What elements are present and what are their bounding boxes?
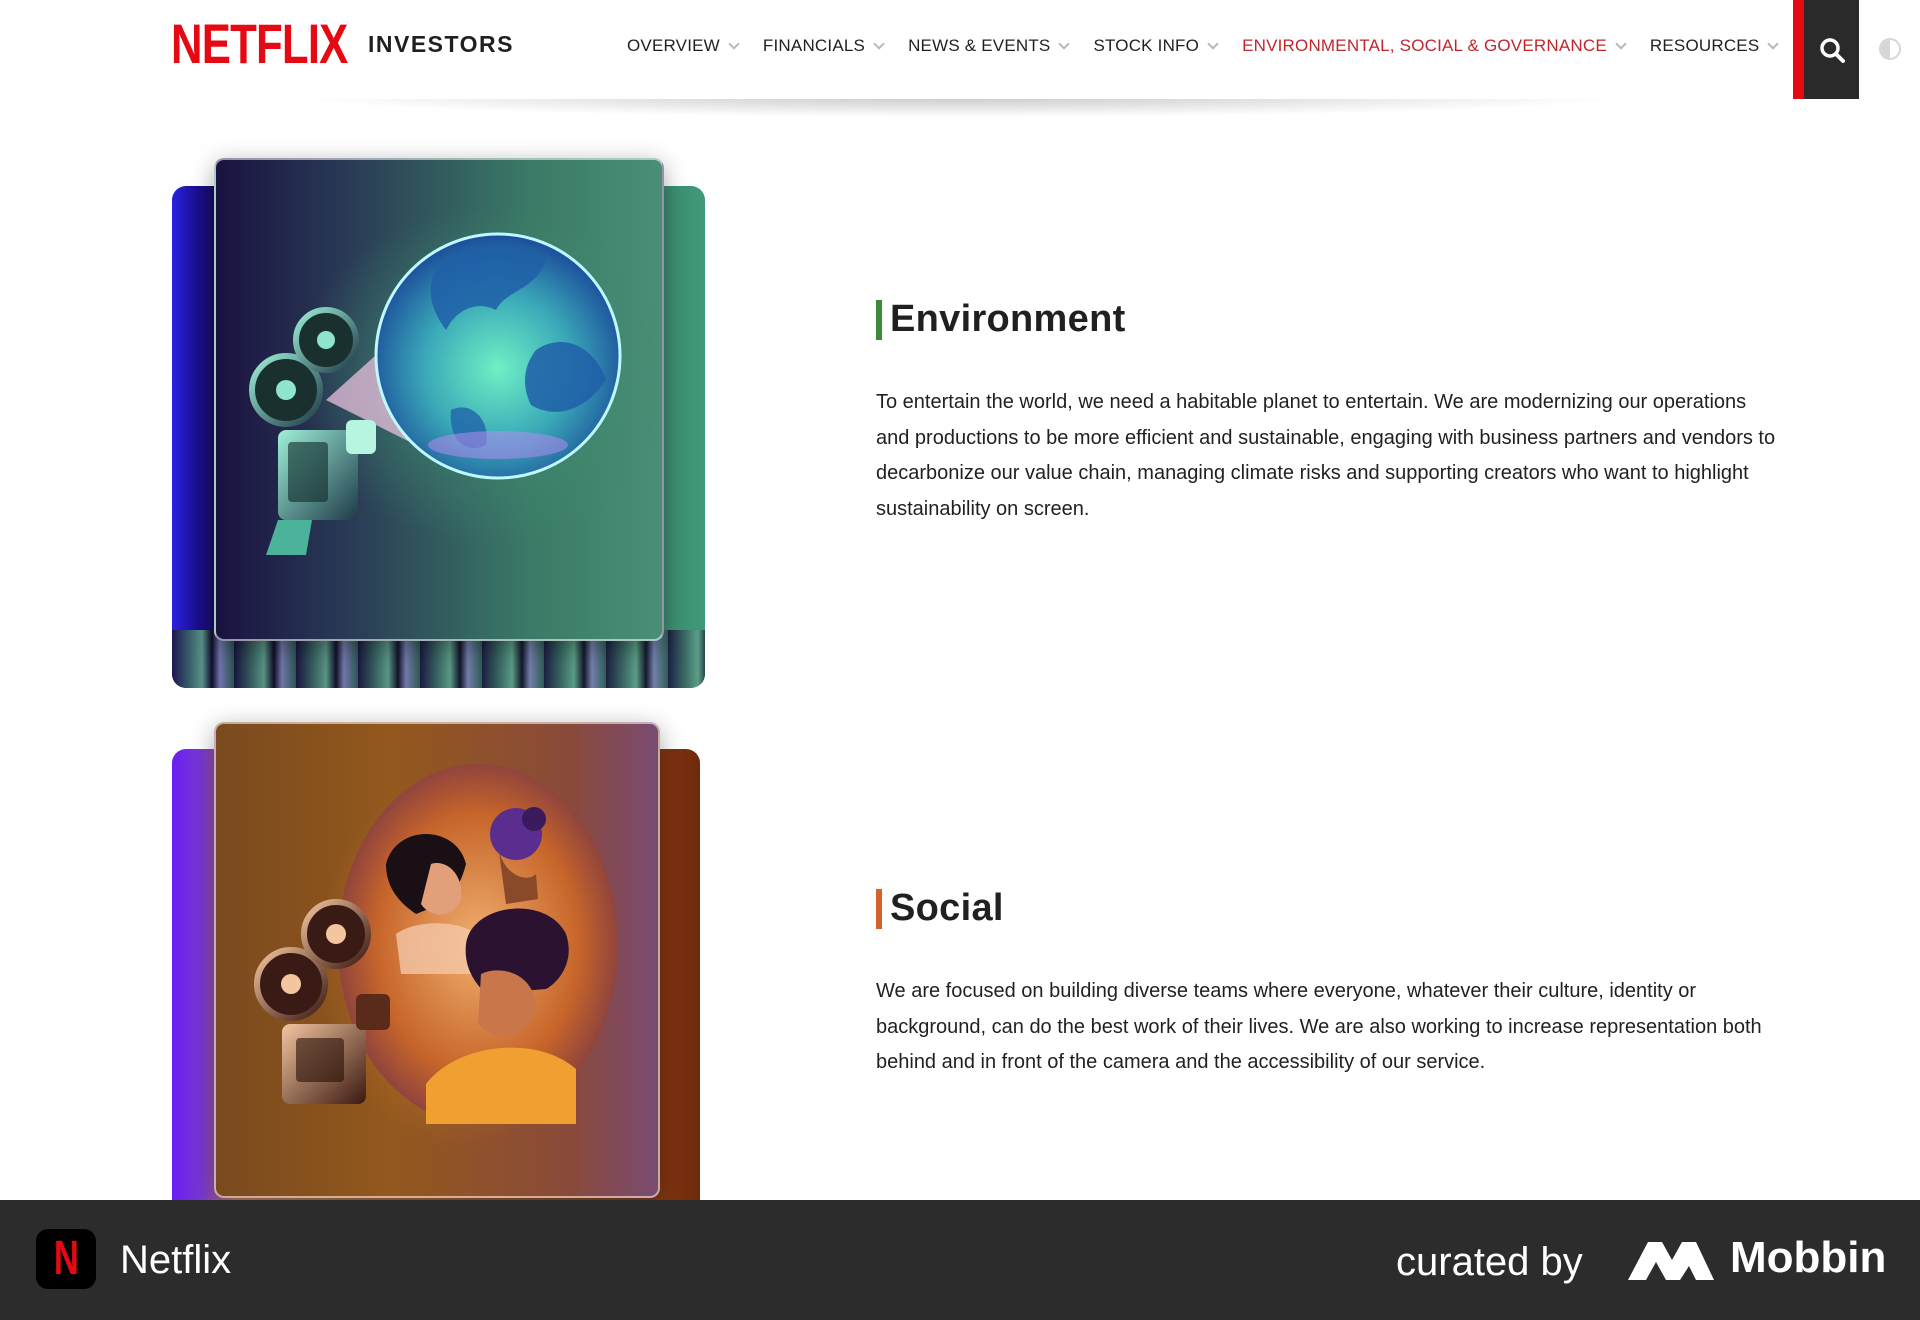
film-projector-people-illustration: [214, 722, 660, 1198]
chevron-down-icon: [1615, 37, 1627, 50]
chevron-down-icon: [1207, 37, 1219, 50]
nav-item-news-events[interactable]: NEWS & EVENTS: [908, 36, 1071, 56]
heading-accent-bar: [876, 299, 882, 340]
curated-by-label: curated by: [1396, 1240, 1583, 1284]
social-heading-text: Social: [890, 887, 1004, 929]
logo-wordmark: NETFLIX: [171, 12, 348, 75]
social-heading: Social: [876, 887, 1004, 930]
netflix-app-icon: N: [36, 1229, 96, 1289]
app-name: Netflix: [120, 1238, 232, 1282]
nav-item-esg[interactable]: ENVIRONMENTAL, SOCIAL & GOVERNANCE: [1242, 36, 1627, 56]
search-icon: [1819, 37, 1845, 63]
chevron-down-icon: [1058, 37, 1071, 50]
nav-item-resources[interactable]: RESOURCES: [1649, 36, 1780, 56]
contrast-toggle-icon[interactable]: [1879, 38, 1901, 60]
chevron-down-icon: [1767, 37, 1780, 50]
nav-item-label: STOCK INFO: [1093, 36, 1200, 55]
site-header: NETFLIX INVESTORS OVERVIEW FINANCIALS NE…: [0, 0, 1920, 99]
environment-heading-text: Environment: [890, 298, 1126, 340]
nav-item-label: ENVIRONMENTAL, SOCIAL & GOVERNANCE: [1242, 36, 1607, 55]
nav-item-label: OVERVIEW: [627, 36, 720, 55]
nav-item-label: RESOURCES: [1649, 36, 1760, 55]
nav-item-stock-info[interactable]: STOCK INFO: [1093, 36, 1219, 56]
nav-item-label: FINANCIALS: [762, 36, 866, 55]
chevron-down-icon: [873, 37, 885, 50]
social-description: We are focused on building diverse teams…: [876, 980, 1762, 1073]
heading-accent-bar: [876, 888, 882, 929]
mobbin-wordmark: Mobbin: [1730, 1233, 1887, 1282]
app-icon-letter: N: [53, 1232, 79, 1285]
attribution-bar: N Netflix curated by Mobbin: [0, 1200, 1920, 1320]
environment-description: To entertain the world, we need a habita…: [876, 391, 1776, 520]
logo-investors-label: INVESTORS: [368, 31, 514, 57]
mobbin-logo-icon: [1628, 1242, 1714, 1280]
nav-item-label: NEWS & EVENTS: [908, 36, 1051, 55]
chevron-down-icon: [728, 37, 740, 50]
header-shadow: [0, 96, 1920, 126]
search-button[interactable]: [1793, 0, 1859, 99]
netflix-logo[interactable]: NETFLIX INVESTORS: [171, 12, 513, 75]
main-nav: OVERVIEW FINANCIALS NEWS & EVENTS STOCK …: [627, 36, 1802, 56]
nav-item-financials[interactable]: FINANCIALS: [762, 36, 885, 56]
environment-heading: Environment: [876, 298, 1126, 341]
film-projector-globe-illustration: [214, 158, 664, 641]
nav-item-overview[interactable]: OVERVIEW: [627, 36, 740, 56]
